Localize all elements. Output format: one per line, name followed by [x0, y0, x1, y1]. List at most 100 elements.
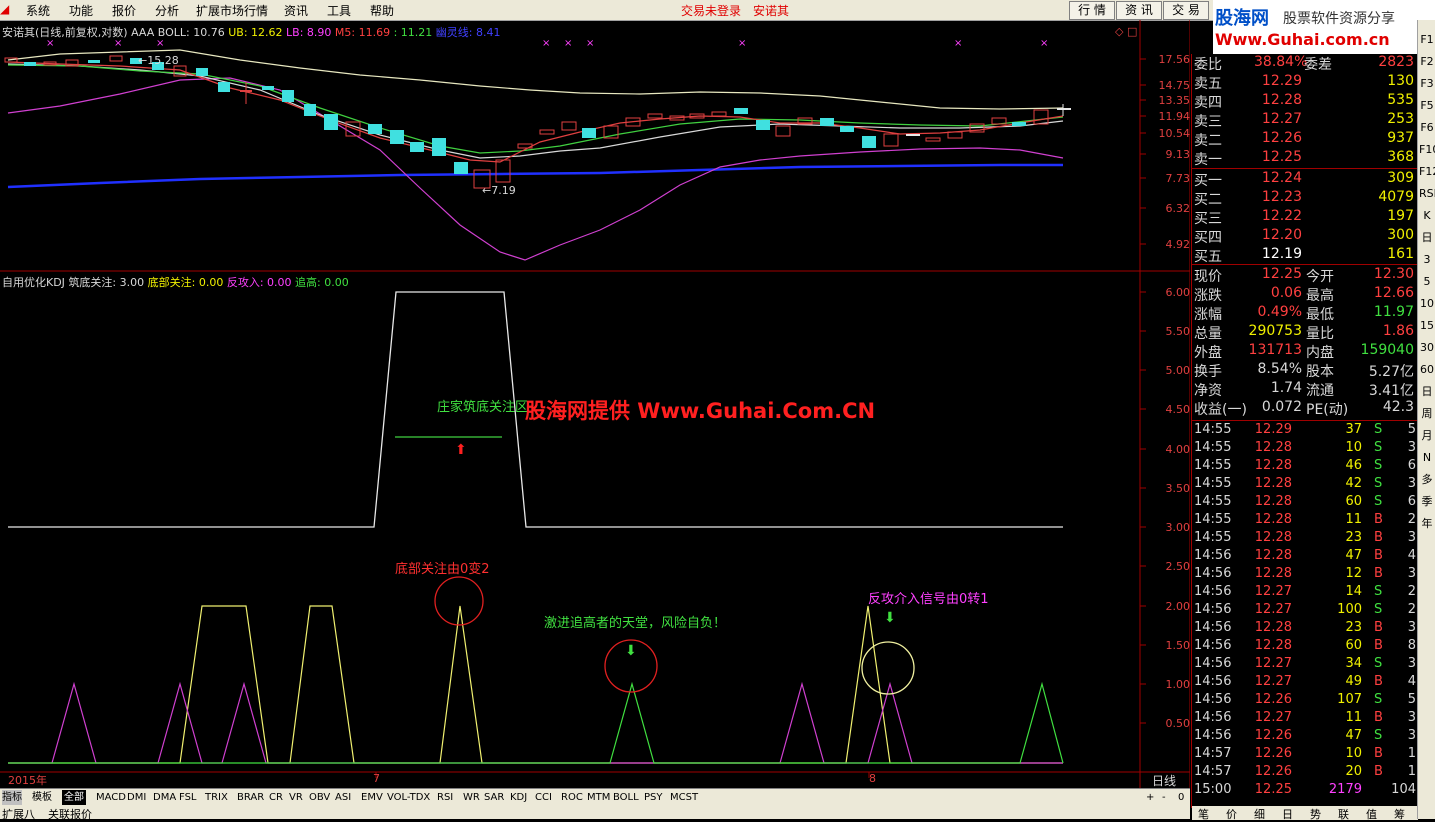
app-icon: ◢ [0, 2, 10, 16]
tick-time: 14:55 [1194, 440, 1232, 455]
stat-label: 涨跌 [1194, 288, 1222, 304]
menu-system[interactable]: 系统 [26, 2, 50, 19]
zoom-in-icon[interactable]: + [1146, 790, 1154, 805]
tab-roc[interactable]: ROC [561, 790, 583, 805]
tick-row: 14:56 12.27 14 S 2 [1192, 584, 1418, 602]
date-month-8: 8 [869, 772, 876, 785]
sidebar-button[interactable]: RSI [1419, 186, 1435, 202]
tab-sar[interactable]: SAR [484, 790, 504, 805]
sidebar-button[interactable]: 月 [1419, 428, 1435, 444]
quote-tab[interactable]: 联 [1338, 806, 1349, 822]
tab-vr[interactable]: VR [289, 790, 303, 805]
sidebar-button[interactable]: 日 [1419, 230, 1435, 246]
tab-wr[interactable]: WR [463, 790, 480, 805]
tick-side: B [1374, 566, 1383, 581]
tab-mtm[interactable]: MTM [587, 790, 610, 805]
sidebar-button[interactable]: 年 [1419, 516, 1435, 532]
tab-market[interactable]: 行 情 [1069, 1, 1115, 20]
tab-cci[interactable]: CCI [535, 790, 552, 805]
menu-help[interactable]: 帮助 [370, 2, 394, 19]
reset-icon[interactable]: 0 [1178, 790, 1184, 805]
zoom-out-icon[interactable]: - [1162, 790, 1166, 805]
sidebar-button[interactable]: 30 [1419, 340, 1435, 356]
quote-tab[interactable]: 价 [1226, 806, 1237, 822]
tab-asi[interactable]: ASI [335, 790, 351, 805]
tick-volume: 60 [1345, 638, 1362, 653]
tick-time: 14:55 [1194, 458, 1232, 473]
menu-news[interactable]: 资讯 [284, 2, 308, 19]
sidebar-button[interactable]: 日 [1419, 384, 1435, 400]
sidebar-button[interactable]: 60 [1419, 362, 1435, 378]
quote-tab[interactable]: 筹 [1394, 806, 1405, 822]
tab-extend-8[interactable]: 扩展八 [2, 806, 35, 822]
tab-trix[interactable]: TRIX [205, 790, 228, 805]
tick-time: 14:57 [1194, 764, 1232, 779]
trade-login-status[interactable]: 交易未登录 [681, 2, 741, 19]
menu-analysis[interactable]: 分析 [155, 2, 179, 19]
tab-mcst[interactable]: MCST [670, 790, 698, 805]
tab-macd[interactable]: MACD [96, 790, 126, 805]
sidebar-button[interactable]: 周 [1419, 406, 1435, 422]
sidebar-button[interactable]: F6 [1419, 120, 1435, 136]
buy-level-row: 买三 12.22 197 [1192, 208, 1418, 227]
tick-count: 2 [1407, 584, 1416, 599]
sidebar-button[interactable]: 10 [1419, 296, 1435, 312]
stat-value-2: 42.3 [1382, 399, 1414, 415]
tab-obv[interactable]: OBV [309, 790, 330, 805]
tab-vol-tdx[interactable]: VOL-TDX [387, 790, 430, 805]
tick-row: 14:56 12.27 34 S 3 [1192, 656, 1418, 674]
tick-volume: 47 [1345, 728, 1362, 743]
tab-template[interactable]: 模板 [32, 790, 52, 805]
sidebar-button[interactable]: N [1419, 450, 1435, 466]
tab-dma[interactable]: DMA [153, 790, 176, 805]
tab-cr[interactable]: CR [269, 790, 283, 805]
sidebar-button[interactable]: 季 [1419, 494, 1435, 510]
sidebar-button[interactable]: F5 [1419, 98, 1435, 114]
tab-boll[interactable]: BOLL [613, 790, 639, 805]
sidebar-button[interactable]: F2 [1419, 54, 1435, 70]
sidebar-button[interactable]: 3 [1419, 252, 1435, 268]
tab-brar[interactable]: BRAR [237, 790, 264, 805]
date-month-7: 7 [373, 772, 380, 785]
tab-psy[interactable]: PSY [644, 790, 663, 805]
tab-related-quote[interactable]: 关联报价 [48, 806, 92, 822]
sidebar-button[interactable]: F10 [1419, 142, 1435, 158]
tick-side: S [1374, 440, 1383, 455]
quote-tab[interactable]: 笔 [1198, 806, 1209, 822]
quote-tab[interactable]: 细 [1254, 806, 1265, 822]
quote-tab[interactable]: 势 [1310, 806, 1321, 822]
stat-label-2: 量比 [1306, 326, 1334, 342]
annotation-bottom-focus: 底部关注由0变2 [395, 562, 490, 577]
tab-indicator[interactable]: 指标 [2, 790, 22, 805]
stat-label-2: 股本 [1306, 364, 1334, 380]
quote-panel: 委比 38.84% 委差 2823 笔 价 细 日 势 联 值 筹 卖五 12.29 130 卖四 1… [1191, 54, 1418, 821]
tab-kdj[interactable]: KDJ [510, 790, 527, 805]
tick-count: 3 [1407, 566, 1416, 581]
quote-tab[interactable]: 日 [1282, 806, 1293, 822]
tab-emv[interactable]: EMV [361, 790, 383, 805]
sell-price: 12.25 [1261, 149, 1302, 165]
sidebar-button[interactable]: 5 [1419, 274, 1435, 290]
tab-dmi[interactable]: DMI [127, 790, 146, 805]
sidebar-button[interactable]: F12 [1419, 164, 1435, 180]
period-label[interactable]: 日线 [1152, 772, 1176, 789]
quote-tab[interactable]: 值 [1366, 806, 1377, 822]
tab-fsl[interactable]: FSL [179, 790, 197, 805]
menu-extended-market[interactable]: 扩展市场行情 [196, 2, 268, 19]
tab-rsi[interactable]: RSI [437, 790, 453, 805]
bottom-focus-line [8, 605, 1063, 764]
menu-function[interactable]: 功能 [69, 2, 93, 19]
tick-volume: 49 [1345, 674, 1362, 689]
tick-time: 14:56 [1194, 620, 1232, 635]
sidebar-button[interactable]: F3 [1419, 76, 1435, 92]
menu-tools[interactable]: 工具 [327, 2, 351, 19]
sidebar-button[interactable]: 多 [1419, 472, 1435, 488]
tick-time: 14:56 [1194, 710, 1232, 725]
sidebar-button[interactable]: K [1419, 208, 1435, 224]
tick-volume: 37 [1345, 422, 1362, 437]
tab-all[interactable]: 全部 [62, 790, 86, 805]
sidebar-button[interactable]: F1 [1419, 32, 1435, 48]
sidebar-button[interactable]: 15 [1419, 318, 1435, 334]
tick-row: 14:55 12.28 11 B 2 [1192, 512, 1418, 530]
menu-quote[interactable]: 报价 [112, 2, 136, 19]
